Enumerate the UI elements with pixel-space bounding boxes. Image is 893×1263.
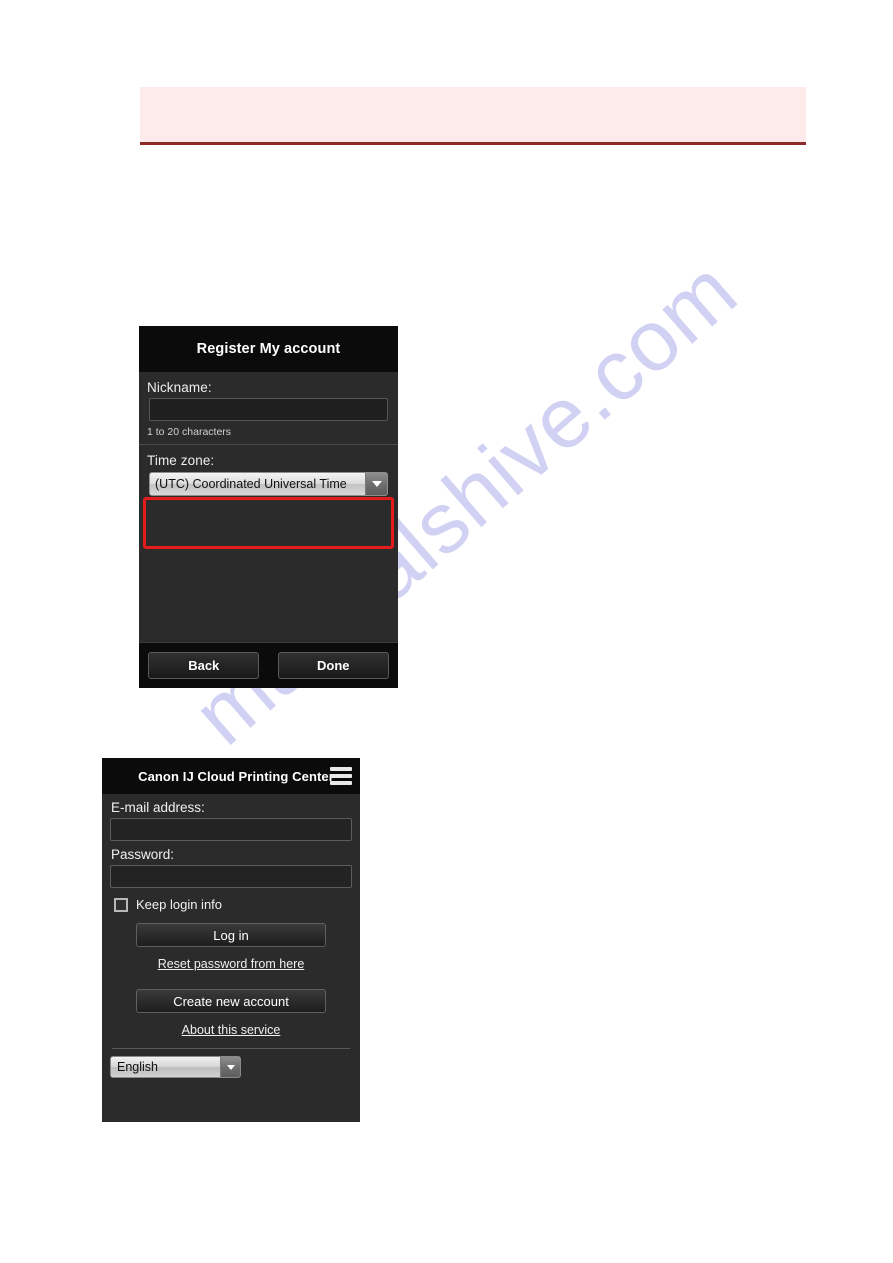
chevron-down-icon[interactable]	[365, 473, 387, 495]
register-account-panel: Register My account Nickname: 1 to 20 ch…	[139, 326, 398, 688]
done-button[interactable]: Done	[277, 652, 389, 679]
login-panel-title: Canon IJ Cloud Printing Center	[138, 768, 334, 784]
timezone-highlight-box	[143, 497, 394, 549]
log-in-button[interactable]: Log in	[136, 923, 326, 947]
login-panel-body: E-mail address: Password: Keep login inf…	[102, 794, 360, 1122]
keep-login-info-row[interactable]: Keep login info	[110, 888, 352, 912]
register-panel-title: Register My account	[196, 341, 341, 357]
password-label: Password:	[111, 847, 175, 862]
password-field[interactable]	[110, 865, 352, 888]
keep-login-info-label: Keep login info	[136, 897, 223, 912]
nickname-label: Nickname:	[147, 380, 212, 395]
create-new-account-button[interactable]: Create new account	[136, 989, 326, 1013]
footer-divider	[112, 1048, 350, 1049]
language-select[interactable]: English	[110, 1056, 241, 1078]
hamburger-bar	[330, 781, 352, 785]
register-panel-titlebar: Register My account	[139, 326, 398, 372]
reset-password-link[interactable]: Reset password from here	[110, 957, 352, 971]
hamburger-bar	[330, 774, 352, 778]
email-label: E-mail address:	[111, 800, 205, 815]
notice-banner	[140, 87, 806, 145]
email-field[interactable]	[110, 818, 352, 841]
register-panel-buttonbar: Back Done	[139, 642, 398, 688]
timezone-label: Time zone:	[147, 453, 215, 468]
hamburger-bar	[330, 767, 352, 771]
nickname-hint: 1 to 20 characters	[147, 426, 232, 438]
register-panel-body: Nickname: 1 to 20 characters Time zone: …	[139, 372, 398, 688]
timezone-select[interactable]: (UTC) Coordinated Universal Time	[149, 472, 388, 496]
back-button[interactable]: Back	[148, 652, 260, 679]
hamburger-menu-icon[interactable]	[330, 767, 352, 785]
about-this-service-link[interactable]: About this service	[110, 1023, 352, 1037]
cloud-printing-center-login-panel: Canon IJ Cloud Printing Center E-mail ad…	[102, 758, 360, 1122]
nickname-input[interactable]	[149, 398, 388, 421]
login-panel-titlebar: Canon IJ Cloud Printing Center	[102, 758, 360, 794]
keep-login-info-checkbox[interactable]	[114, 897, 128, 912]
chevron-down-icon[interactable]	[220, 1057, 240, 1077]
language-select-value: English	[117, 1060, 158, 1074]
timezone-select-value: (UTC) Coordinated Universal Time	[155, 477, 347, 491]
